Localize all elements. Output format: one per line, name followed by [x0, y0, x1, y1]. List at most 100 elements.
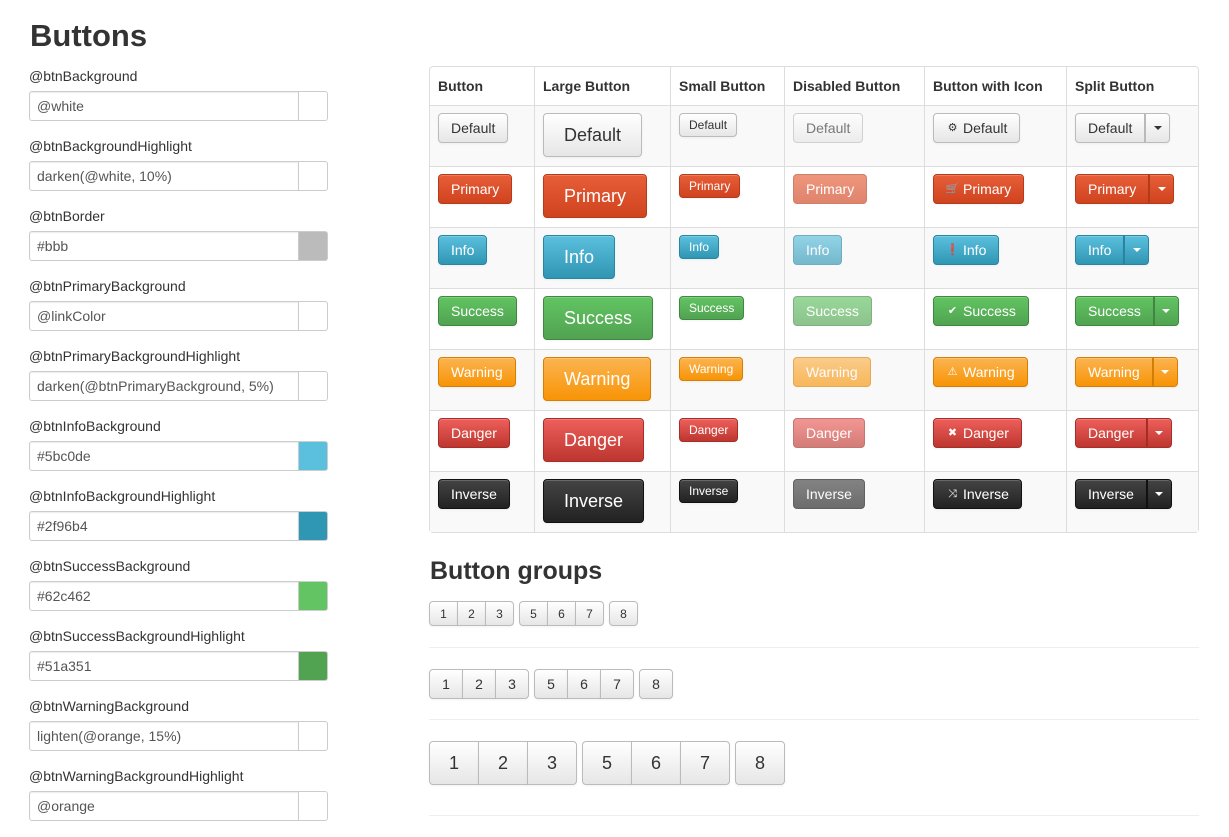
- info-large-button[interactable]: Info: [543, 235, 616, 279]
- inverse-large-button[interactable]: Inverse: [543, 479, 645, 523]
- caret-down-icon: [1157, 187, 1166, 191]
- button-label: Info: [963, 242, 987, 258]
- group-button[interactable]: 1: [429, 741, 479, 785]
- default-icon-button[interactable]: ⚙ Default: [933, 113, 1021, 143]
- variable-input[interactable]: [29, 161, 299, 191]
- cell: Inverse: [1066, 471, 1198, 532]
- group-button[interactable]: 8: [609, 601, 638, 626]
- group-button[interactable]: 6: [567, 669, 601, 699]
- variable-input[interactable]: [29, 581, 299, 611]
- group-button[interactable]: 7: [575, 601, 604, 626]
- group-button[interactable]: 3: [527, 741, 577, 785]
- caret-down-icon: [1132, 248, 1141, 252]
- button-label: Warning: [963, 364, 1015, 380]
- default-button[interactable]: Default: [438, 113, 509, 143]
- color-swatch[interactable]: [299, 371, 328, 401]
- variable-input[interactable]: [29, 441, 299, 471]
- color-swatch[interactable]: [299, 301, 328, 331]
- group-button[interactable]: 7: [600, 669, 634, 699]
- cell: Primary: [534, 166, 670, 227]
- primary-icon-button[interactable]: 🛒 Primary: [933, 174, 1025, 204]
- success-split-dropdown-toggle[interactable]: [1153, 296, 1179, 326]
- group-button[interactable]: 8: [639, 669, 673, 699]
- group-button[interactable]: 6: [631, 741, 681, 785]
- danger-disabled-button: Danger: [793, 418, 865, 448]
- button-label: Primary: [963, 181, 1012, 197]
- inverse-small-button[interactable]: Inverse: [679, 479, 739, 503]
- group-button[interactable]: 7: [680, 741, 730, 785]
- warning-large-button[interactable]: Warning: [543, 357, 652, 401]
- success-split-main-button[interactable]: Success: [1075, 296, 1154, 326]
- primary-large-button[interactable]: Primary: [543, 174, 647, 218]
- info-small-button[interactable]: Info: [679, 235, 720, 259]
- color-swatch[interactable]: [299, 721, 328, 751]
- group-button[interactable]: 3: [495, 669, 529, 699]
- variable-input[interactable]: [29, 231, 299, 261]
- variable-btn-success-background: @btnSuccessBackground: [29, 556, 329, 626]
- group-button[interactable]: 6: [547, 601, 576, 626]
- info-icon-button[interactable]: ❗ Info: [933, 235, 1000, 265]
- info-split-main-button[interactable]: Info: [1075, 235, 1125, 265]
- info-button[interactable]: Info: [438, 235, 488, 265]
- button-groups-heading: Button groups: [430, 557, 603, 585]
- danger-split-main-button[interactable]: Danger: [1075, 418, 1147, 448]
- danger-split-dropdown-toggle[interactable]: [1146, 418, 1172, 448]
- color-swatch[interactable]: [299, 231, 328, 261]
- variable-input[interactable]: [29, 791, 299, 821]
- color-swatch[interactable]: [299, 791, 328, 821]
- danger-button[interactable]: Danger: [438, 418, 510, 448]
- inverse-split-main-button[interactable]: Inverse: [1075, 479, 1147, 509]
- group-button[interactable]: 2: [462, 669, 496, 699]
- primary-split-dropdown-toggle[interactable]: [1149, 174, 1175, 204]
- default-split-dropdown-toggle[interactable]: [1145, 113, 1171, 143]
- color-swatch[interactable]: [299, 651, 328, 681]
- warning-small-button[interactable]: Warning: [679, 357, 744, 381]
- group-button[interactable]: 5: [582, 741, 632, 785]
- warning-split-dropdown-toggle[interactable]: [1152, 357, 1178, 387]
- group-button[interactable]: 2: [457, 601, 486, 626]
- group-button[interactable]: 5: [519, 601, 548, 626]
- variable-input[interactable]: [29, 371, 299, 401]
- primary-button[interactable]: Primary: [438, 174, 513, 204]
- group-button[interactable]: 8: [735, 741, 785, 785]
- variable-input[interactable]: [29, 301, 299, 331]
- variable-input[interactable]: [29, 721, 299, 751]
- button-group: 567: [582, 741, 730, 785]
- color-swatch[interactable]: [299, 441, 328, 471]
- variable-input[interactable]: [29, 651, 299, 681]
- default-split-main-button[interactable]: Default: [1075, 113, 1146, 143]
- group-button[interactable]: 1: [429, 601, 458, 626]
- color-swatch[interactable]: [299, 91, 328, 121]
- danger-large-button[interactable]: Danger: [543, 418, 645, 462]
- group-button[interactable]: 5: [534, 669, 568, 699]
- warning-icon-button[interactable]: ⚠ Warning: [933, 357, 1028, 387]
- inverse-split-dropdown-toggle[interactable]: [1146, 479, 1172, 509]
- group-button[interactable]: 2: [478, 741, 528, 785]
- variable-input[interactable]: [29, 91, 299, 121]
- color-swatch[interactable]: [299, 161, 328, 191]
- danger-small-button[interactable]: Danger: [679, 418, 739, 442]
- success-icon-button[interactable]: ✔ Success: [933, 296, 1029, 326]
- warning-button[interactable]: Warning: [438, 357, 516, 387]
- success-large-button[interactable]: Success: [543, 296, 654, 340]
- variable-input[interactable]: [29, 511, 299, 541]
- success-button[interactable]: Success: [438, 296, 517, 326]
- default-large-button[interactable]: Default: [543, 113, 643, 157]
- warning-split-main-button[interactable]: Warning: [1075, 357, 1153, 387]
- color-swatch[interactable]: [299, 581, 328, 611]
- default-small-button[interactable]: Default: [679, 113, 738, 137]
- primary-split-main-button[interactable]: Primary: [1075, 174, 1150, 204]
- primary-small-button[interactable]: Primary: [679, 174, 741, 198]
- color-swatch[interactable]: [299, 511, 328, 541]
- danger-icon-button[interactable]: ✖ Danger: [933, 418, 1022, 448]
- warning-triangle-icon: ⚠: [947, 365, 958, 378]
- inverse-icon-button[interactable]: ⤨ Inverse: [933, 479, 1022, 509]
- group-button[interactable]: 1: [429, 669, 463, 699]
- success-small-button[interactable]: Success: [679, 296, 745, 320]
- group-button[interactable]: 3: [485, 601, 514, 626]
- inverse-button[interactable]: Inverse: [438, 479, 510, 509]
- cell: Primary: [430, 166, 534, 227]
- cell: Primary: [670, 166, 784, 227]
- button-group: 8: [639, 669, 673, 699]
- info-split-dropdown-toggle[interactable]: [1124, 235, 1150, 265]
